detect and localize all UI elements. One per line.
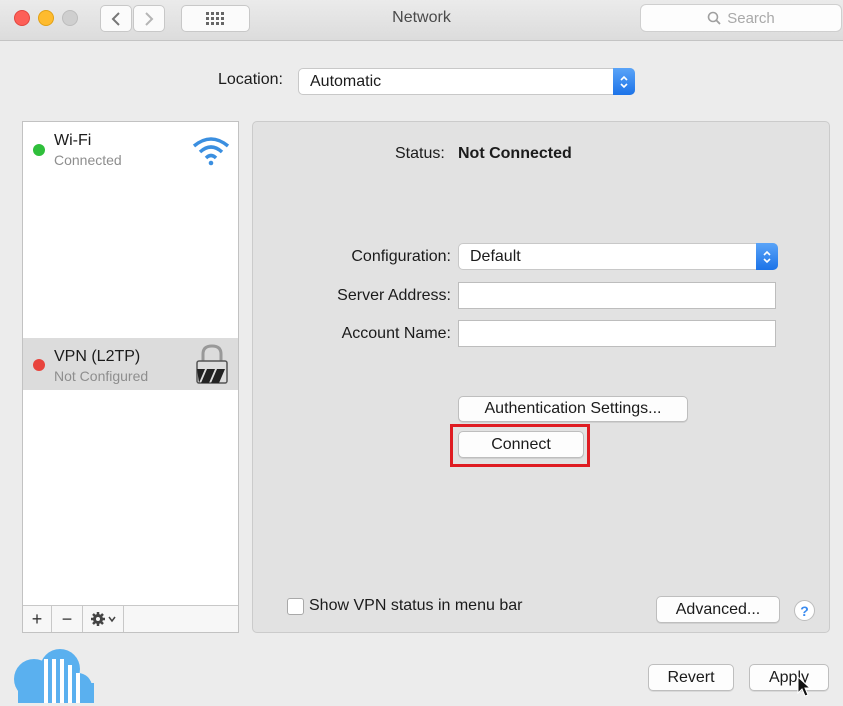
status-dot-red <box>33 359 45 371</box>
service-name: Wi-Fi <box>54 132 92 149</box>
status-value: Not Connected <box>458 145 572 162</box>
server-address-label: Server Address: <box>337 287 451 304</box>
search-field[interactable]: Search <box>640 4 842 32</box>
action-menu-button[interactable] <box>83 606 124 632</box>
revert-button[interactable]: Revert <box>648 664 734 691</box>
title-bar: Network Search <box>0 0 843 41</box>
mouse-cursor-icon <box>797 676 811 697</box>
remove-service-button[interactable]: − <box>52 606 83 632</box>
service-item-wifi[interactable]: Wi-Fi Connected <box>23 122 238 174</box>
gear-icon <box>91 612 116 626</box>
help-button[interactable]: ? <box>794 600 815 621</box>
advanced-button[interactable]: Advanced... <box>656 596 780 623</box>
connect-button[interactable]: Connect <box>458 431 584 458</box>
apply-button[interactable]: Apply <box>749 664 829 691</box>
show-vpn-status-label: Show VPN status in menu bar <box>309 597 523 614</box>
location-select[interactable]: Automatic <box>298 68 635 95</box>
service-name: VPN (L2TP) <box>54 348 141 365</box>
authentication-settings-button[interactable]: Authentication Settings... <box>458 396 688 422</box>
service-status: Not Configured <box>54 368 149 384</box>
configuration-label: Configuration: <box>351 248 451 265</box>
lock-icon <box>196 344 228 384</box>
status-dot-green <box>33 144 45 156</box>
add-service-button[interactable]: + <box>23 606 52 632</box>
wifi-icon <box>192 137 230 166</box>
account-name-field[interactable] <box>458 320 776 347</box>
account-name-label: Account Name: <box>341 325 451 342</box>
search-placeholder: Search <box>727 9 775 27</box>
location-value: Automatic <box>310 72 382 90</box>
configuration-value: Default <box>470 247 521 265</box>
service-list-toolbar: + − <box>23 605 238 632</box>
service-list: Wi-Fi Connected VPN (L2TP) Not Configure… <box>22 121 239 633</box>
server-address-field[interactable] <box>458 282 776 309</box>
service-status: Connected <box>54 152 122 168</box>
cloud-logo-icon <box>14 649 94 703</box>
popup-stepper-icon <box>756 243 778 270</box>
location-label: Location: <box>218 71 283 88</box>
status-label: Status: <box>395 145 445 162</box>
service-item-vpn[interactable]: VPN (L2TP) Not Configured <box>23 338 238 390</box>
configuration-select[interactable]: Default <box>458 243 778 270</box>
search-icon <box>707 11 721 25</box>
vpn-settings-panel <box>252 121 830 633</box>
show-vpn-status-checkbox[interactable] <box>287 598 304 615</box>
popup-stepper-icon <box>613 68 635 95</box>
